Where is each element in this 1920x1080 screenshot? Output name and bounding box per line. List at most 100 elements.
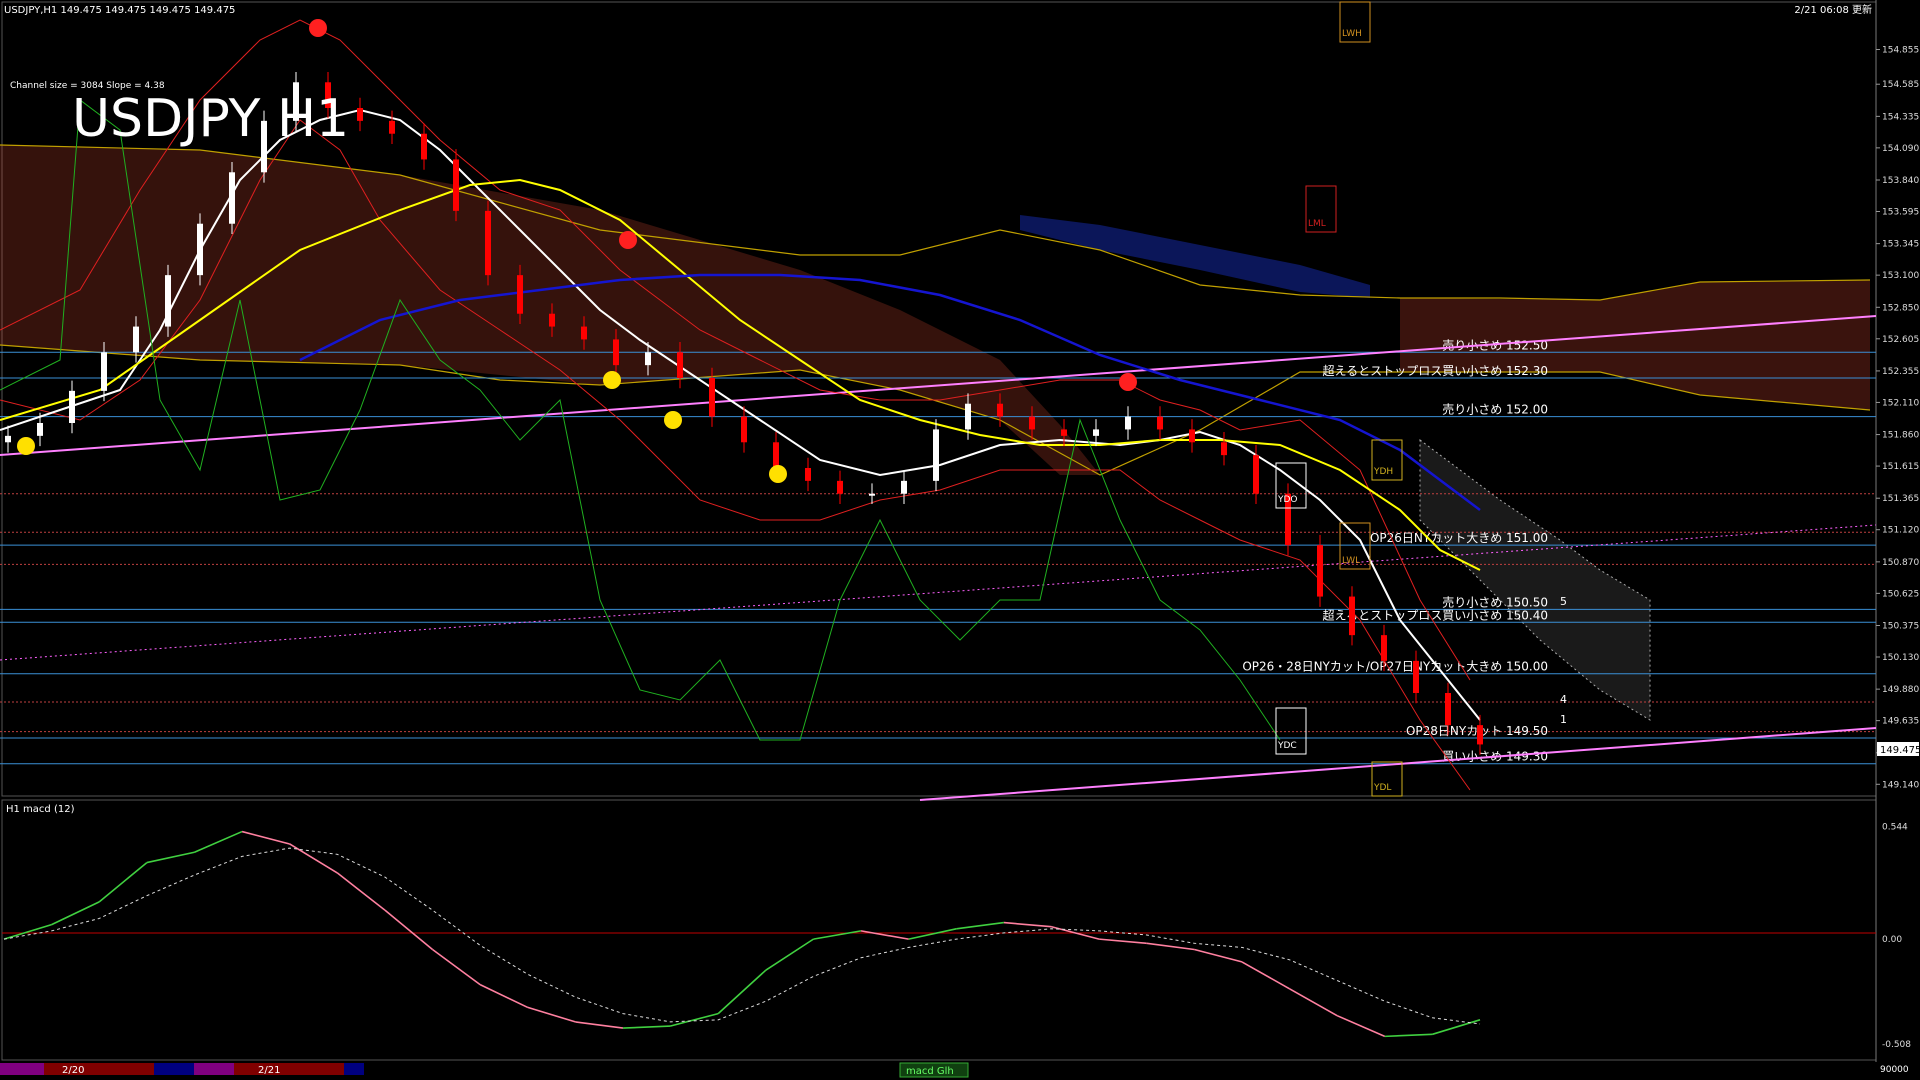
candle-body (37, 423, 43, 436)
candle-body (933, 429, 939, 481)
macd-segment (1099, 938, 1147, 945)
macd-segment (1003, 921, 1052, 928)
reference-box-label: LWH (1342, 29, 1362, 39)
date-strip: 2/20 2/21 macd Glh 90000 (0, 1062, 1909, 1078)
candle-body (677, 352, 683, 378)
macd-segment (384, 909, 434, 951)
macd-segment (956, 921, 1004, 930)
macd-segment (194, 830, 243, 853)
kumo-cloud-dotted-future (1419, 439, 1651, 721)
level-label: 超えるとストップロス買い小さめ 152.30 (1323, 363, 1548, 378)
chart-canvas: 売り小さめ 152.50超えるとストップロス買い小さめ 152.30売り小さめ … (0, 0, 1920, 1078)
candle-body (773, 442, 779, 468)
level-label: OP26・28日NYカット/OP27日NYカット大きめ 150.00 (1242, 660, 1548, 674)
price-tick-label: 152.355 (1882, 367, 1919, 377)
session-segment (344, 1063, 364, 1075)
macd-tick-label: -0.508 (1882, 1040, 1911, 1050)
level-lines (0, 351, 1876, 765)
candle-body (1349, 596, 1355, 636)
candle-body (485, 210, 491, 276)
session-segment (194, 1063, 234, 1075)
candle-body (1253, 455, 1259, 494)
macd-segment (717, 969, 767, 1015)
macd-segment (1384, 1033, 1433, 1038)
candle-body (389, 120, 395, 134)
session-segment (154, 1063, 194, 1075)
macd-segment (1241, 961, 1290, 990)
date-label: 2/21 (258, 1065, 280, 1076)
candle-body (1477, 725, 1483, 745)
reference-box-label: YDC (1277, 741, 1297, 751)
price-tick-label: 151.860 (1882, 431, 1919, 441)
macd-tick-label: 0.00 (1882, 935, 1902, 945)
macd-segment (527, 1006, 576, 1023)
macd-signal-line (3, 847, 1481, 1025)
reversal-marker (309, 19, 327, 37)
candle-body (965, 403, 971, 430)
price-tick-label: 150.375 (1882, 622, 1919, 632)
level-label: OP26日NYカット大きめ 151.00 (1370, 531, 1548, 545)
price-tick-label: 151.615 (1882, 462, 1919, 472)
candle-body (581, 326, 587, 340)
price-tick-label: 150.625 (1882, 589, 1919, 599)
level-label: 売り小さめ 152.00 (1442, 402, 1548, 417)
reference-box-label: YDO (1277, 495, 1298, 505)
reversal-marker (17, 437, 35, 455)
datetime-text: 2/21 06:08 更新 (1794, 3, 1872, 16)
current-price-tag: 149.475 (1877, 742, 1920, 756)
chart-title: USDJPY H1 (72, 89, 349, 149)
price-tick-label: 153.595 (1882, 208, 1919, 218)
reversal-marker (664, 411, 682, 429)
price-tick-label: 149.635 (1882, 717, 1919, 727)
macd-segment (860, 930, 909, 940)
session-segment (0, 1063, 44, 1075)
level-label: 売り小さめ 150.50 (1442, 594, 1548, 609)
price-tick-label: 154.090 (1882, 144, 1919, 154)
macd-bottom-label: 90000 (1880, 1065, 1909, 1075)
candle-body (1381, 635, 1387, 661)
reversal-marker (1119, 373, 1137, 391)
level-label: 超えるとストップロス買い小さめ 150.40 (1323, 607, 1548, 622)
macd-segment (3, 923, 52, 940)
candle-body (709, 378, 715, 417)
candle-body (997, 403, 1003, 417)
macd-segment (289, 843, 338, 874)
candle-body (1317, 545, 1323, 597)
candle-body (165, 275, 171, 327)
candle-body (1029, 416, 1035, 430)
session-segment (44, 1063, 154, 1075)
reference-box-label: LWL (1342, 556, 1360, 566)
candle-body (549, 313, 555, 327)
price-tick-label: 152.850 (1882, 303, 1919, 313)
right-tag: 4 (1560, 693, 1567, 706)
reference-box-label: YDH (1373, 467, 1393, 477)
date-label: 2/20 (62, 1065, 84, 1076)
macd-segment (1146, 942, 1195, 951)
candle-body (645, 352, 651, 366)
price-tick-label: 153.345 (1882, 240, 1919, 250)
symbol-info-text: USDJPY,H1 149.475 149.475 149.475 149.47… (4, 5, 235, 16)
price-tick-label: 151.365 (1882, 494, 1919, 504)
candle-body (197, 223, 203, 276)
candle-body (1125, 416, 1131, 430)
current-price-text: 149.475 (1880, 745, 1920, 756)
macd-segment (146, 851, 195, 864)
session-segment (234, 1063, 344, 1075)
price-tick-label: 149.880 (1882, 685, 1919, 695)
candle-body (1221, 442, 1227, 456)
candle-body (5, 435, 11, 443)
macd-segment (336, 872, 386, 911)
macd-axis: 0.544 0.00 -0.508 (1882, 823, 1911, 1051)
reference-box-label: YDL (1373, 783, 1391, 793)
candle-body (837, 480, 843, 494)
price-tick-label: 154.585 (1882, 80, 1919, 90)
price-tick-label: 150.870 (1882, 558, 1919, 568)
candle-body (1061, 429, 1067, 436)
indicator-tab-label: macd Glh (906, 1066, 954, 1077)
macd-panel-title: H1 macd (12) (6, 804, 75, 815)
macd-segment (1289, 988, 1338, 1017)
macd-segment (575, 1021, 624, 1029)
price-tick-label: 152.110 (1882, 398, 1919, 408)
candle-body (357, 108, 363, 121)
macd-segment (241, 830, 290, 845)
